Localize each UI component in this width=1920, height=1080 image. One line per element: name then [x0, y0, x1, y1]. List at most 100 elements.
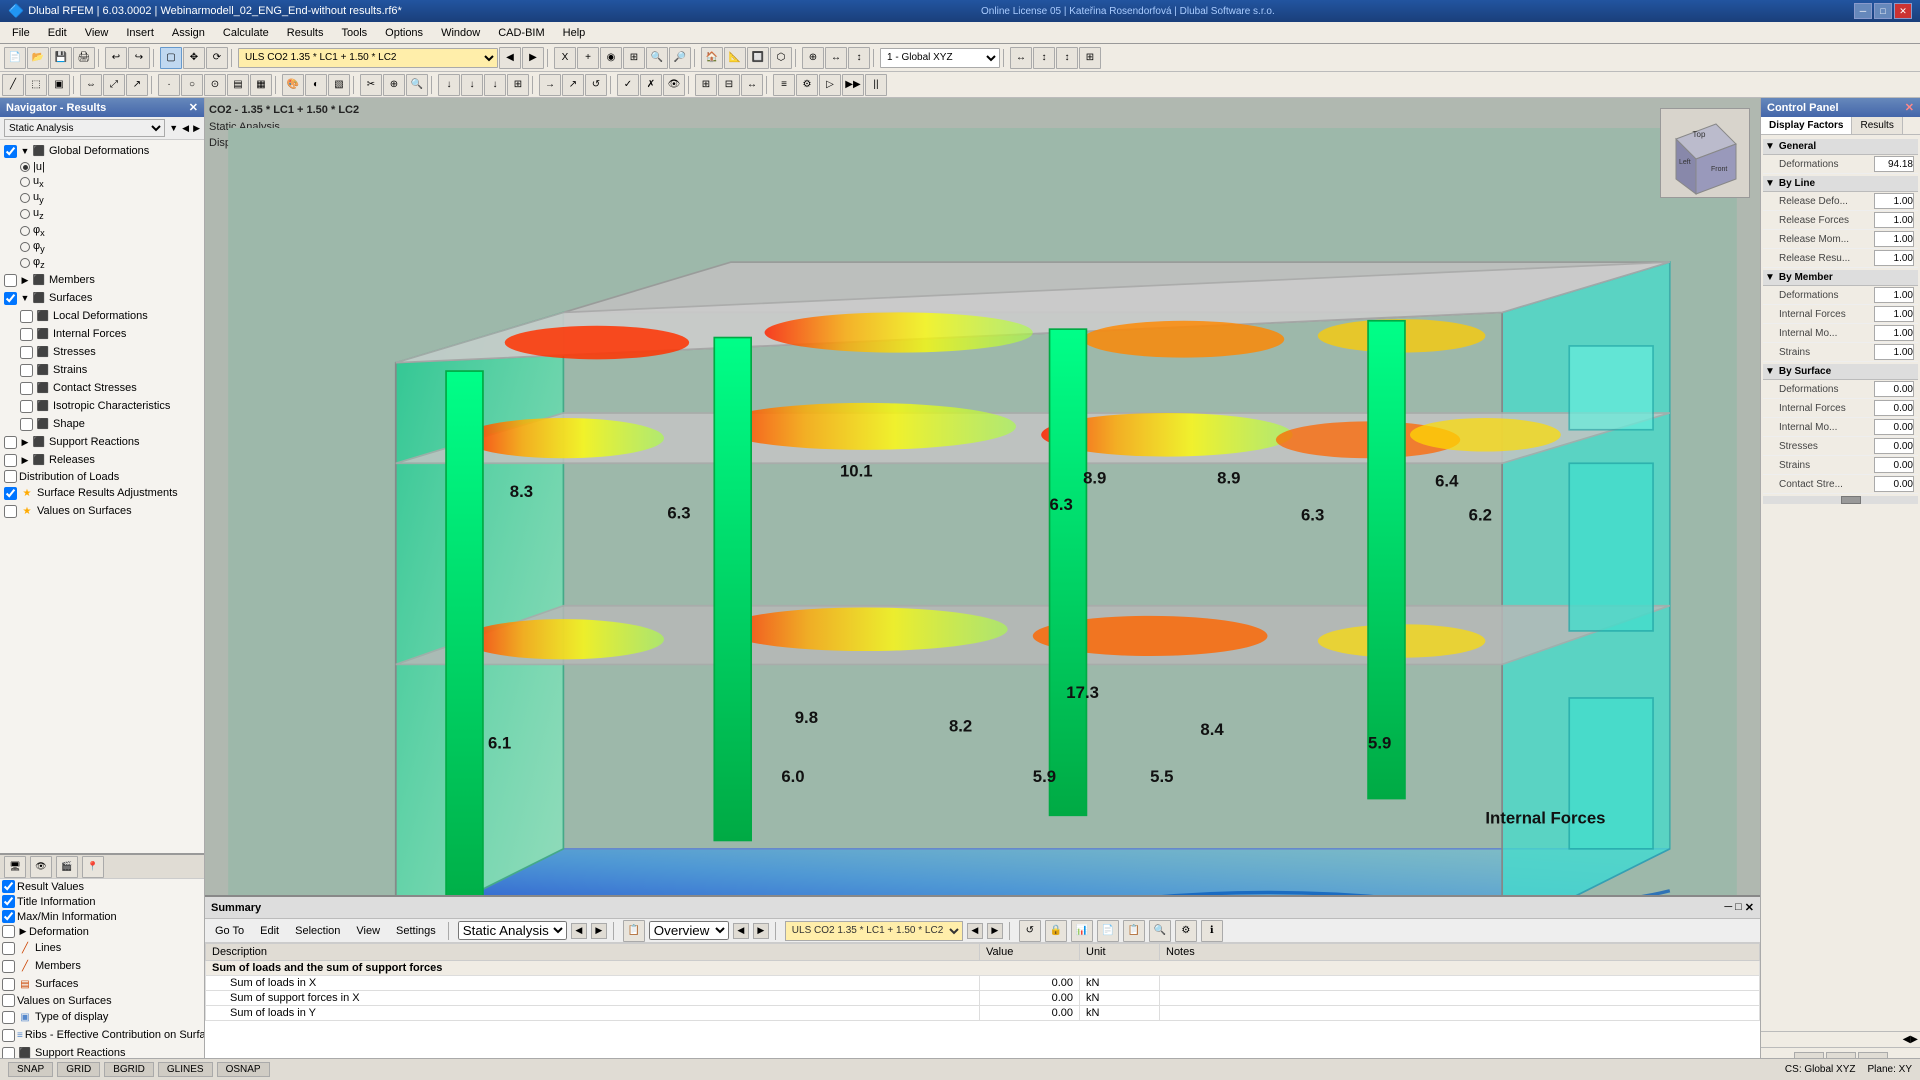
tb-render2[interactable]: 📐	[724, 47, 746, 69]
nav-check-surfaces[interactable]	[4, 292, 17, 305]
tb-move[interactable]: ✥	[183, 47, 205, 69]
nav-item-shape[interactable]: ⬛ Shape	[18, 415, 202, 433]
nav-check-values-surfaces-bottom[interactable]	[2, 994, 15, 1007]
nav-check-ribs[interactable]	[2, 1029, 15, 1042]
minimize-button[interactable]: ─	[1854, 3, 1872, 19]
cp-tab-display-factors[interactable]: Display Factors	[1761, 117, 1852, 134]
cp-scrollbar-thumb[interactable]	[1841, 496, 1861, 504]
nav-check-type-display[interactable]	[2, 1011, 15, 1024]
menu-results[interactable]: Results	[279, 25, 332, 41]
view-menu[interactable]: View	[350, 923, 386, 939]
cp-section-general[interactable]: ▼ General	[1763, 139, 1918, 155]
tb-arrow2[interactable]: ↗	[562, 74, 584, 96]
nav-expand-releases[interactable]: ▶	[19, 455, 31, 466]
cp-input-int-mo-surface[interactable]	[1874, 419, 1914, 435]
nav-check-global-def[interactable]	[4, 145, 17, 158]
nav-item-surfaces[interactable]: ▼ ⬛ Surfaces	[2, 289, 202, 307]
nav-expand-global-def[interactable]: ▼	[19, 146, 31, 156]
maximize-summary-icon[interactable]: □	[1735, 901, 1742, 914]
tb-view2[interactable]: +	[577, 47, 599, 69]
nav-item-u-abs[interactable]: |u|	[18, 160, 202, 174]
cp-section-bysurface[interactable]: ▼ By Surface	[1763, 364, 1918, 380]
osnap-btn[interactable]: OSNAP	[217, 1062, 270, 1077]
next-loadcase[interactable]: ▶	[522, 47, 544, 69]
nav-item-ribs[interactable]: ≡ Ribs - Effective Contribution on Surfa…	[0, 1026, 204, 1044]
nav-item-members[interactable]: ▶ ⬛ Members	[2, 271, 202, 289]
tb-filter1[interactable]: 🔍	[406, 74, 428, 96]
nav-check-stresses[interactable]	[20, 346, 33, 359]
analysis-next-arrow[interactable]: ▶	[591, 923, 607, 939]
nav-item-strains[interactable]: ⬛ Strains	[18, 361, 202, 379]
nav-item-releases[interactable]: ▶ ⬛ Releases	[2, 451, 202, 469]
nav-check-surfaces-bottom[interactable]	[2, 978, 15, 991]
overview-icon[interactable]: 📋	[623, 920, 645, 942]
nav-item-values-surfaces-bottom[interactable]: Values on Surfaces	[0, 993, 204, 1008]
nav-radio-phiz[interactable]	[20, 258, 30, 268]
cp-input-contact-surface[interactable]	[1874, 476, 1914, 492]
summary-copy-icon[interactable]: 📋	[1123, 920, 1145, 942]
nav-item-uz[interactable]: uz	[18, 206, 202, 222]
tb-load2[interactable]: ↓	[461, 74, 483, 96]
tb-color2[interactable]: ◐	[305, 74, 327, 96]
cp-tab-results[interactable]: Results	[1852, 117, 1902, 134]
nav-check-int-forces[interactable]	[20, 328, 33, 341]
summary-lock-icon[interactable]: 🔒	[1045, 920, 1067, 942]
tb-render4[interactable]: ⬡	[770, 47, 792, 69]
load-combo[interactable]: ULS CO2 1.35 * LC1 + 1.50 * LC2	[238, 48, 498, 68]
tb-transform3[interactable]: ↔	[741, 74, 763, 96]
analysis-prev-arrow[interactable]: ◀	[571, 923, 587, 939]
nav-check-strains[interactable]	[20, 364, 33, 377]
tb-line2[interactable]: ⬚	[25, 74, 47, 96]
tb-extra1[interactable]: ≡	[773, 74, 795, 96]
uls-prev-arrow[interactable]: ◀	[967, 923, 983, 939]
tb-extra3[interactable]: ▷	[819, 74, 841, 96]
nav-item-result-values[interactable]: Result Values	[0, 879, 204, 894]
cp-input-int-forces-member[interactable]	[1874, 306, 1914, 322]
nav-check-local-def[interactable]	[20, 310, 33, 323]
nav-bottom-icon-1[interactable]: 🖥	[4, 856, 26, 878]
tb-snap3[interactable]: ↕	[848, 47, 870, 69]
menu-view[interactable]: View	[77, 25, 117, 41]
tb-extra2[interactable]: ⚙	[796, 74, 818, 96]
nav-filter-arrow-icon[interactable]: ▼	[169, 123, 178, 133]
tb-zoom-in[interactable]: 🔍	[646, 47, 668, 69]
cp-input-deformations-general[interactable]	[1874, 156, 1914, 172]
summary-info-icon[interactable]: ℹ	[1201, 920, 1223, 942]
nav-item-phiz[interactable]: φz	[18, 255, 202, 271]
nav-item-global-def[interactable]: ▼ ⬛ Global Deformations	[2, 142, 202, 160]
tb-rotate[interactable]: ⟳	[206, 47, 228, 69]
analysis-combo[interactable]: Static Analysis	[458, 921, 567, 940]
nav-check-surf-results[interactable]	[4, 487, 17, 500]
nav-cube[interactable]: Top Left Front	[1660, 108, 1750, 198]
nav-item-title-info[interactable]: Title Information	[0, 894, 204, 909]
nav-filter-select[interactable]: Static Analysis	[4, 119, 165, 137]
nav-check-deformation[interactable]	[2, 925, 15, 938]
cp-section-byline[interactable]: ▼ By Line	[1763, 176, 1918, 192]
close-button[interactable]: ✕	[1894, 3, 1912, 19]
menu-cadbim[interactable]: CAD-BIM	[490, 25, 552, 41]
tb-check2[interactable]: ✗	[640, 74, 662, 96]
nav-item-type-display[interactable]: ▣ Type of display	[0, 1008, 204, 1026]
nav-item-lines-bottom[interactable]: ╱ Lines	[0, 939, 204, 957]
tb-surface1[interactable]: ▤	[227, 74, 249, 96]
nav-item-stresses[interactable]: ⬛ Stresses	[18, 343, 202, 361]
tb-render3[interactable]: 🔲	[747, 47, 769, 69]
tb-edit2[interactable]: ⊕	[383, 74, 405, 96]
summary-filter-icon[interactable]: 🔍	[1149, 920, 1171, 942]
tb-view4[interactable]: ⊞	[623, 47, 645, 69]
summary-pdf-icon[interactable]: 📄	[1097, 920, 1119, 942]
goto-menu[interactable]: Go To	[209, 923, 250, 939]
tb-xyz-icon[interactable]: ⊞	[1079, 47, 1101, 69]
nav-radio-phix[interactable]	[20, 226, 30, 236]
tb-zoom-out[interactable]: 🔎	[669, 47, 691, 69]
tb-dim3[interactable]: ↗	[126, 74, 148, 96]
tb-line1[interactable]: ╱	[2, 74, 24, 96]
nav-radio-uz[interactable]	[20, 209, 30, 219]
tb-extra4[interactable]: ▶▶	[842, 74, 864, 96]
edit-menu[interactable]: Edit	[254, 923, 285, 939]
nav-item-members-bottom[interactable]: ╱ Members	[0, 957, 204, 975]
nav-item-surf-results[interactable]: ★ Surface Results Adjustments	[2, 484, 202, 502]
menu-tools[interactable]: Tools	[333, 25, 375, 41]
tb-print[interactable]: 🖨	[73, 47, 95, 69]
menu-edit[interactable]: Edit	[40, 25, 75, 41]
